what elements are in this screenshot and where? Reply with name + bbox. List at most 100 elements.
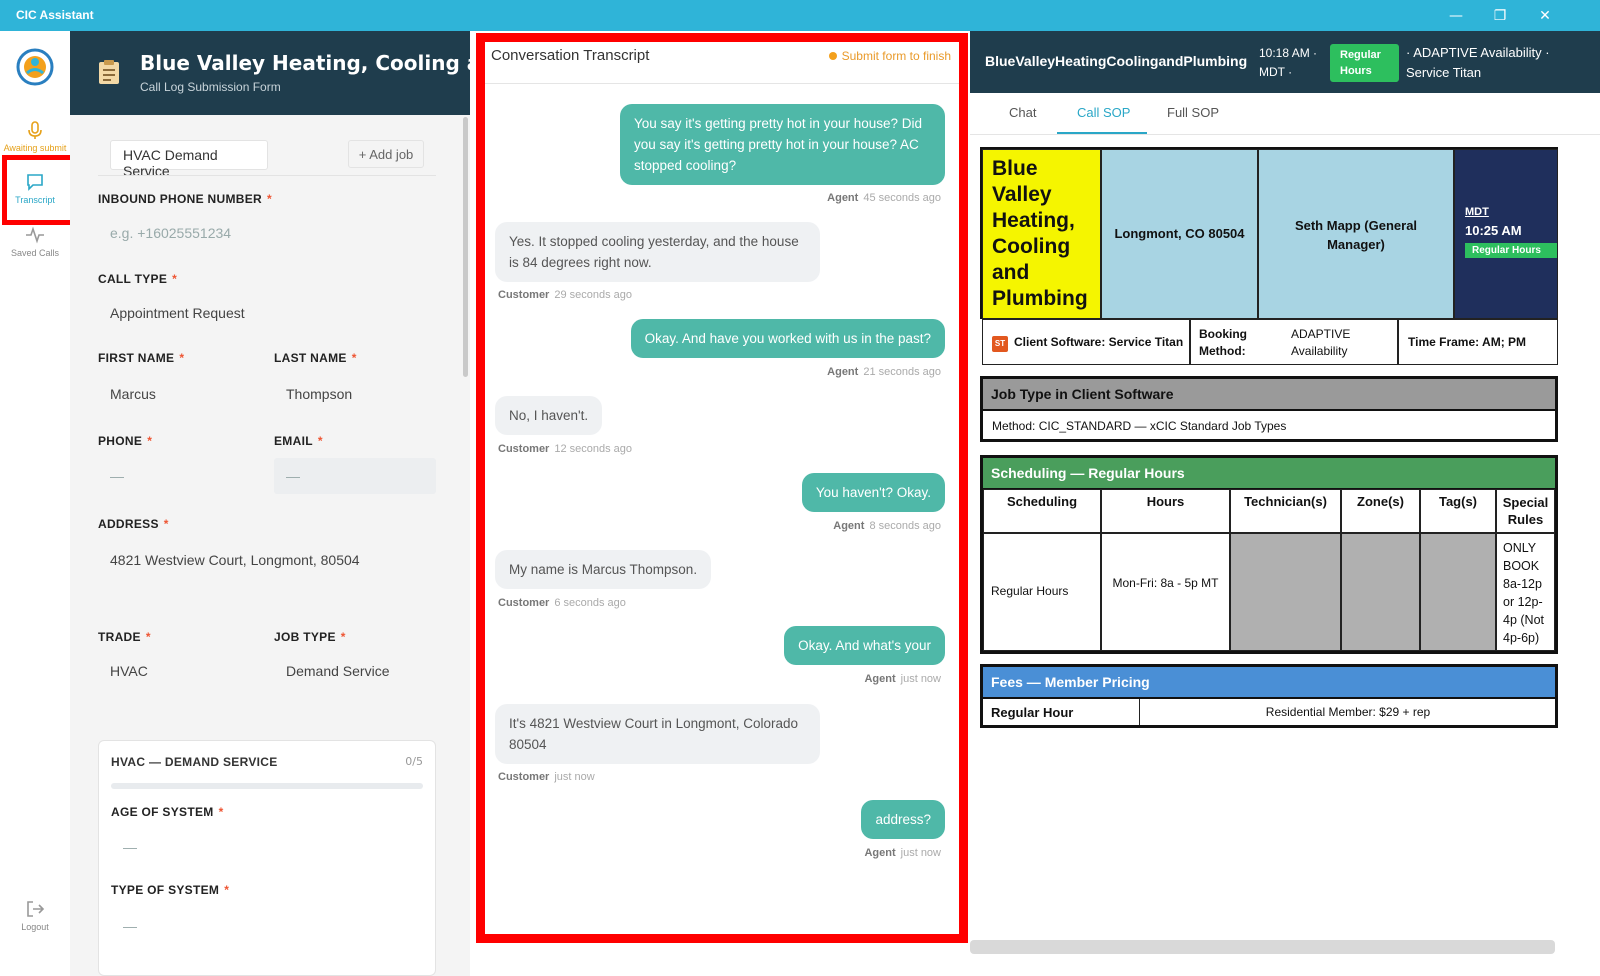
sop-horizontal-scrollbar[interactable] <box>970 940 1555 954</box>
rail-logout[interactable]: Logout <box>0 898 70 932</box>
form-scrollbar[interactable] <box>463 117 468 377</box>
col-technicians: Technician(s) <box>1230 489 1341 533</box>
job-tab[interactable]: HVAC Demand Service <box>110 140 268 179</box>
rail-awaiting-submit[interactable]: Awaiting submit <box>0 119 70 153</box>
service-progress-bar <box>111 783 423 789</box>
message-meta: Customer 12 seconds ago <box>498 443 632 455</box>
time-value: 10:25 AM <box>1465 223 1522 238</box>
tab-chat[interactable]: Chat <box>1009 105 1036 120</box>
address-input[interactable]: 4821 Westview Court, Longmont, 80504 <box>110 552 360 568</box>
phone-label: PHONE * <box>98 434 152 448</box>
label-text: EMAIL <box>274 434 313 448</box>
software-label: Client Software: Service Titan <box>1014 335 1184 349</box>
time-text: 10:18 AM · <box>1259 46 1318 60</box>
job-type-method: Method: CIC_STANDARD — xCIC Standard Job… <box>992 419 1287 433</box>
message-meta: Agent 45 seconds ago <box>827 192 941 204</box>
availability-text: · ADAPTIVE Availability · <box>1406 45 1550 60</box>
cell-scheduling: Regular Hours <box>983 533 1101 651</box>
col-hours: Hours <box>1101 489 1230 533</box>
rail-label: Saved Calls <box>10 248 60 258</box>
sop-header: BlueValleyHeatingCoolingandPlumbing 10:1… <box>970 31 1600 93</box>
booking-label: Booking Method: <box>1199 327 1247 358</box>
rail-label: Awaiting submit <box>3 143 67 153</box>
service-titan-icon: ST <box>992 336 1008 352</box>
col-zones: Zone(s) <box>1341 489 1420 533</box>
timestamp: 12 seconds ago <box>554 443 633 455</box>
email-label: EMAIL * <box>274 434 323 448</box>
tz-text: MDT · <box>1259 65 1293 79</box>
app-title: CIC Assistant <box>16 8 94 22</box>
submit-status: Submit form to finish <box>828 49 951 63</box>
form-header: Blue Valley Heating, Cooling and Plumbin… <box>70 31 470 115</box>
transcript-panel: Conversation Transcript Submit form to f… <box>476 33 968 943</box>
label-text: ADDRESS <box>98 517 159 531</box>
type-of-system-input[interactable]: — <box>123 918 137 934</box>
type-of-system-label: TYPE OF SYSTEM * <box>111 883 229 897</box>
trade-label: TRADE * <box>98 630 151 644</box>
regular-hours-badge: Regular Hours <box>1330 44 1399 82</box>
message-bubble: My name is Marcus Thompson. <box>495 550 712 589</box>
timestamp: 45 seconds ago <box>863 192 941 204</box>
sop-time: 10:18 AM · MDT · <box>1259 44 1317 82</box>
message-bubble: Okay. And have you worked with us in the… <box>630 319 945 358</box>
job-type-select[interactable]: Demand Service <box>286 663 390 679</box>
minimize-icon[interactable]: — <box>1446 6 1466 26</box>
job-type-label: JOB TYPE * <box>274 630 346 644</box>
fees-title: Fees — Member Pricing <box>983 667 1555 699</box>
timestamp: 8 seconds ago <box>869 520 941 532</box>
booking-cell: Booking Method: ADAPTIVE Availability <box>1190 319 1398 365</box>
age-of-system-input[interactable]: — <box>123 839 137 855</box>
message-meta: Agent just now <box>864 673 941 685</box>
title-bar: CIC Assistant — ❐ ✕ <box>0 0 1600 31</box>
add-job-button[interactable]: + Add job <box>348 140 424 168</box>
phone-input[interactable]: — <box>110 468 124 484</box>
location-cell: Longmont, CO 80504 <box>1101 149 1258 319</box>
message-meta: Agent 8 seconds ago <box>833 520 941 532</box>
timestamp: 29 seconds ago <box>554 289 633 301</box>
required-mark: * <box>224 883 230 897</box>
email-input[interactable]: — <box>286 468 300 484</box>
col-tags: Tag(s) <box>1420 489 1496 533</box>
call-type-select[interactable]: Appointment Request <box>110 305 245 321</box>
inbound-phone-input[interactable]: e.g. +16025551234 <box>110 225 231 241</box>
transcript-highlight-box <box>2 155 76 225</box>
message-meta: Agent just now <box>864 847 941 859</box>
first-name-input[interactable]: Marcus <box>110 386 156 402</box>
message-meta: Customer 29 seconds ago <box>498 289 632 301</box>
trade-select[interactable]: HVAC <box>110 663 148 679</box>
col-scheduling: Scheduling <box>983 489 1101 533</box>
message-bubble: Yes. It stopped cooling yesterday, and t… <box>495 222 820 282</box>
timestamp: 21 seconds ago <box>863 366 941 378</box>
fees-label: Regular Hour <box>983 699 1140 725</box>
inbound-phone-label: INBOUND PHONE NUMBER * <box>98 192 272 206</box>
tab-full-sop[interactable]: Full SOP <box>1167 105 1219 120</box>
required-mark: * <box>351 351 357 365</box>
message-bubble: address? <box>861 800 945 839</box>
age-of-system-label: AGE OF SYSTEM * <box>111 805 224 819</box>
company-title: Blue Valley Heating, Cooling and Plumbin… <box>140 51 470 75</box>
sender: Agent <box>833 520 865 532</box>
sender: Agent <box>827 366 859 378</box>
service-card-title: HVAC — DEMAND SERVICE <box>111 755 278 769</box>
sop-availability: · ADAPTIVE Availability · Service Titan <box>1406 43 1550 83</box>
label-text: TYPE OF SYSTEM <box>111 883 220 897</box>
required-mark: * <box>340 630 346 644</box>
service-card: HVAC — DEMAND SERVICE 0/5 AGE OF SYSTEM *… <box>98 740 436 976</box>
timestamp: 6 seconds ago <box>554 597 626 609</box>
sender: Agent <box>827 192 859 204</box>
message-bubble: Okay. And what's your <box>784 626 945 665</box>
form-subtitle: Call Log Submission Form <box>140 80 281 94</box>
close-icon[interactable]: ✕ <box>1535 6 1555 26</box>
last-name-input[interactable]: Thompson <box>286 386 352 402</box>
tab-call-sop[interactable]: Call SOP <box>1077 105 1130 120</box>
label-text: JOB TYPE <box>274 630 336 644</box>
service-card-count: 0/5 <box>405 755 423 768</box>
sop-company: BlueValleyHeatingCoolingandPlumbing <box>985 53 1248 69</box>
logout-icon <box>27 901 45 917</box>
hours-badge: Regular Hours <box>1465 243 1557 258</box>
cell-technicians <box>1230 533 1341 651</box>
cell-zones <box>1341 533 1420 651</box>
restore-icon[interactable]: ❐ <box>1490 6 1510 26</box>
label-text: CALL TYPE <box>98 272 168 286</box>
rail-saved-calls[interactable]: Saved Calls <box>0 224 70 258</box>
